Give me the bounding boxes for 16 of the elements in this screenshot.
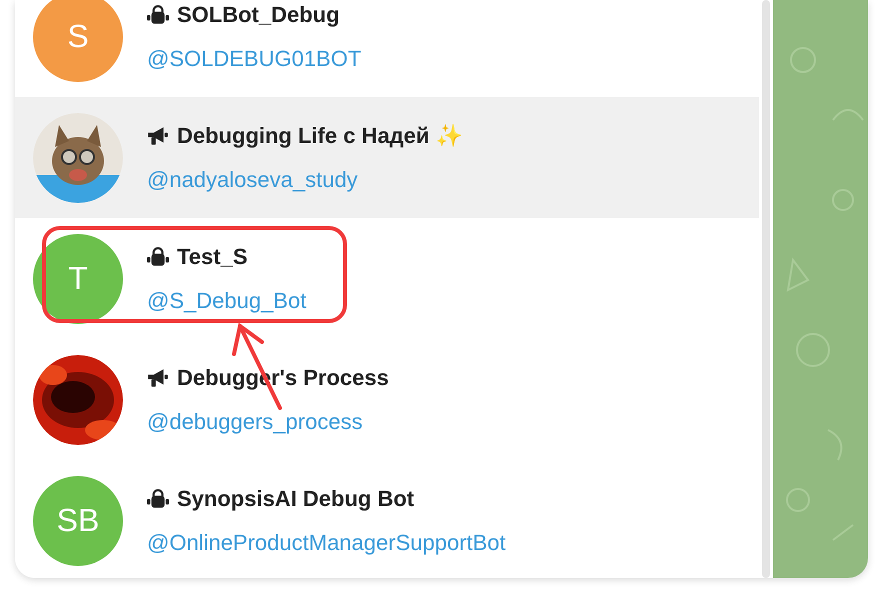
avatar: S (33, 0, 123, 82)
chat-title: Test_S (177, 244, 248, 270)
chat-item[interactable]: SB SynopsisAI Debug Bot @OnlineProductManagerSupportBot (15, 460, 759, 578)
robot-icon (147, 246, 169, 266)
chat-item[interactable]: Debugging Life с Надей ✨ @nadyaloseva_study (15, 97, 759, 218)
avatar: SB (33, 476, 123, 566)
megaphone-icon (147, 126, 169, 146)
robot-icon (147, 4, 169, 24)
chat-title: SynopsisAI Debug Bot (177, 486, 414, 512)
scrollbar[interactable] (762, 0, 770, 578)
chat-title: Debugging Life с Надей ✨ (177, 122, 463, 148)
megaphone-icon (147, 368, 169, 388)
chat-item[interactable]: S SOLBot_Debug @SOLDEBUG01BOT (15, 0, 759, 97)
chat-title: SOLBot_Debug (177, 2, 340, 28)
avatar: T (33, 234, 123, 324)
robot-icon (147, 488, 169, 508)
